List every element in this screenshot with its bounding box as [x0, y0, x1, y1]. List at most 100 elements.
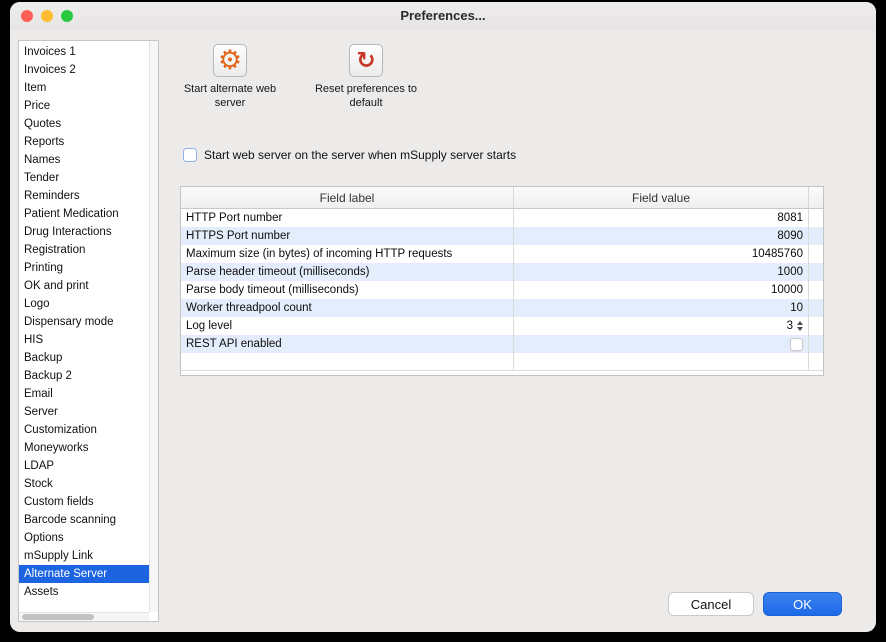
gear-glyph: ⚙	[218, 47, 242, 74]
field-label-cell: REST API enabled	[181, 335, 514, 353]
sidebar-item-patient-medication[interactable]: Patient Medication	[19, 205, 149, 223]
field-value-cell[interactable]: 10000	[514, 281, 809, 299]
preferences-window: Preferences... Invoices 1Invoices 2ItemP…	[10, 2, 876, 632]
sidebar-item-options[interactable]: Options	[19, 529, 149, 547]
sidebar-item-msupply-link[interactable]: mSupply Link	[19, 547, 149, 565]
start-web-server-option: Start web server on the server when mSup…	[183, 148, 516, 162]
field-label-cell: HTTPS Port number	[181, 227, 514, 245]
cancel-button[interactable]: Cancel	[668, 592, 754, 616]
refresh-icon: ↻	[349, 44, 383, 77]
sidebar-vertical-scrollbar[interactable]	[149, 41, 158, 612]
field-label-cell: Worker threadpool count	[181, 299, 514, 317]
start-alternate-web-server-button[interactable]: ⚙ Start alternate web server	[170, 44, 290, 111]
sidebar-item-reminders[interactable]: Reminders	[19, 187, 149, 205]
sidebar-item-email[interactable]: Email	[19, 385, 149, 403]
column-header-field-value[interactable]: Field value	[514, 187, 809, 208]
table-row: HTTPS Port number8090	[181, 227, 823, 245]
field-value-cell	[514, 353, 809, 370]
rest-api-enabled-checkbox[interactable]	[790, 338, 803, 351]
column-header-field-label[interactable]: Field label	[181, 187, 514, 208]
sidebar-item-barcode-scanning[interactable]: Barcode scanning	[19, 511, 149, 529]
sidebar-item-moneyworks[interactable]: Moneyworks	[19, 439, 149, 457]
sidebar-item-reports[interactable]: Reports	[19, 133, 149, 151]
field-value-cell[interactable]: 3	[514, 317, 809, 335]
extra-cell	[809, 317, 823, 335]
stepper-up-icon[interactable]	[797, 321, 803, 325]
extra-cell	[809, 227, 823, 245]
titlebar: Preferences...	[10, 2, 876, 30]
extra-cell	[809, 245, 823, 263]
field-label-cell	[181, 353, 514, 370]
sidebar-item-server[interactable]: Server	[19, 403, 149, 421]
refresh-glyph: ↻	[356, 49, 375, 72]
field-value-cell[interactable]: 8090	[514, 227, 809, 245]
sidebar-item-stock[interactable]: Stock	[19, 475, 149, 493]
sidebar: Invoices 1Invoices 2ItemPriceQuotesRepor…	[18, 40, 159, 622]
field-label-cell: Parse header timeout (milliseconds)	[181, 263, 514, 281]
stepper-down-icon[interactable]	[797, 327, 803, 331]
sidebar-item-backup[interactable]: Backup	[19, 349, 149, 367]
table-row	[181, 353, 823, 371]
field-value-cell[interactable]	[514, 335, 809, 353]
field-value-cell[interactable]: 10485760	[514, 245, 809, 263]
sidebar-item-price[interactable]: Price	[19, 97, 149, 115]
preferences-table: Field label Field value HTTP Port number…	[180, 186, 824, 376]
reset-preferences-label: Reset preferences to default	[300, 82, 432, 111]
sidebar-horizontal-scrollbar[interactable]	[19, 612, 149, 621]
table-body: HTTP Port number8081HTTPS Port number809…	[181, 209, 823, 371]
sidebar-item-logo[interactable]: Logo	[19, 295, 149, 313]
start-alternate-web-server-label: Start alternate web server	[170, 82, 290, 111]
zoom-button[interactable]	[61, 10, 73, 22]
field-value-text: 3	[787, 320, 793, 332]
minimize-button[interactable]	[41, 10, 53, 22]
extra-cell	[809, 281, 823, 299]
sidebar-item-registration[interactable]: Registration	[19, 241, 149, 259]
field-value-cell[interactable]: 10	[514, 299, 809, 317]
table-row: Parse body timeout (milliseconds)10000	[181, 281, 823, 299]
sidebar-item-tender[interactable]: Tender	[19, 169, 149, 187]
close-button[interactable]	[21, 10, 33, 22]
field-label-cell: Maximum size (in bytes) of incoming HTTP…	[181, 245, 514, 263]
sidebar-item-invoices-2[interactable]: Invoices 2	[19, 61, 149, 79]
table-row: REST API enabled	[181, 335, 823, 353]
start-web-server-checkbox-label: Start web server on the server when mSup…	[204, 148, 516, 162]
start-web-server-checkbox[interactable]	[183, 148, 197, 162]
extra-cell	[809, 335, 823, 353]
extra-cell	[809, 209, 823, 227]
sidebar-item-names[interactable]: Names	[19, 151, 149, 169]
reset-preferences-button[interactable]: ↻ Reset preferences to default	[300, 44, 432, 111]
sidebar-item-his[interactable]: HIS	[19, 331, 149, 349]
field-label-cell: Parse body timeout (milliseconds)	[181, 281, 514, 299]
sidebar-item-drug-interactions[interactable]: Drug Interactions	[19, 223, 149, 241]
sidebar-item-backup-2[interactable]: Backup 2	[19, 367, 149, 385]
sidebar-item-ok-and-print[interactable]: OK and print	[19, 277, 149, 295]
table-header: Field label Field value	[181, 187, 823, 209]
window-title: Preferences...	[10, 2, 876, 30]
extra-cell	[809, 353, 823, 370]
ok-button[interactable]: OK	[763, 592, 842, 616]
gear-icon: ⚙	[213, 44, 247, 77]
sidebar-item-alternate-server[interactable]: Alternate Server	[19, 565, 149, 583]
column-header-extra	[809, 187, 823, 208]
sidebar-item-printing[interactable]: Printing	[19, 259, 149, 277]
sidebar-item-item[interactable]: Item	[19, 79, 149, 97]
sidebar-list: Invoices 1Invoices 2ItemPriceQuotesRepor…	[19, 43, 149, 612]
scrollbar-thumb[interactable]	[22, 614, 94, 620]
extra-cell	[809, 299, 823, 317]
table-row: Log level3	[181, 317, 823, 335]
sidebar-item-customization[interactable]: Customization	[19, 421, 149, 439]
field-value-cell[interactable]: 8081	[514, 209, 809, 227]
sidebar-item-custom-fields[interactable]: Custom fields	[19, 493, 149, 511]
field-value-cell[interactable]: 1000	[514, 263, 809, 281]
table-row: Parse header timeout (milliseconds)1000	[181, 263, 823, 281]
log-level-stepper[interactable]	[797, 321, 803, 331]
table-row: Worker threadpool count10	[181, 299, 823, 317]
sidebar-item-assets[interactable]: Assets	[19, 583, 149, 601]
traffic-lights	[21, 10, 73, 22]
field-label-cell: HTTP Port number	[181, 209, 514, 227]
sidebar-item-dispensary-mode[interactable]: Dispensary mode	[19, 313, 149, 331]
sidebar-item-ldap[interactable]: LDAP	[19, 457, 149, 475]
sidebar-item-quotes[interactable]: Quotes	[19, 115, 149, 133]
sidebar-item-invoices-1[interactable]: Invoices 1	[19, 43, 149, 61]
table-row: Maximum size (in bytes) of incoming HTTP…	[181, 245, 823, 263]
